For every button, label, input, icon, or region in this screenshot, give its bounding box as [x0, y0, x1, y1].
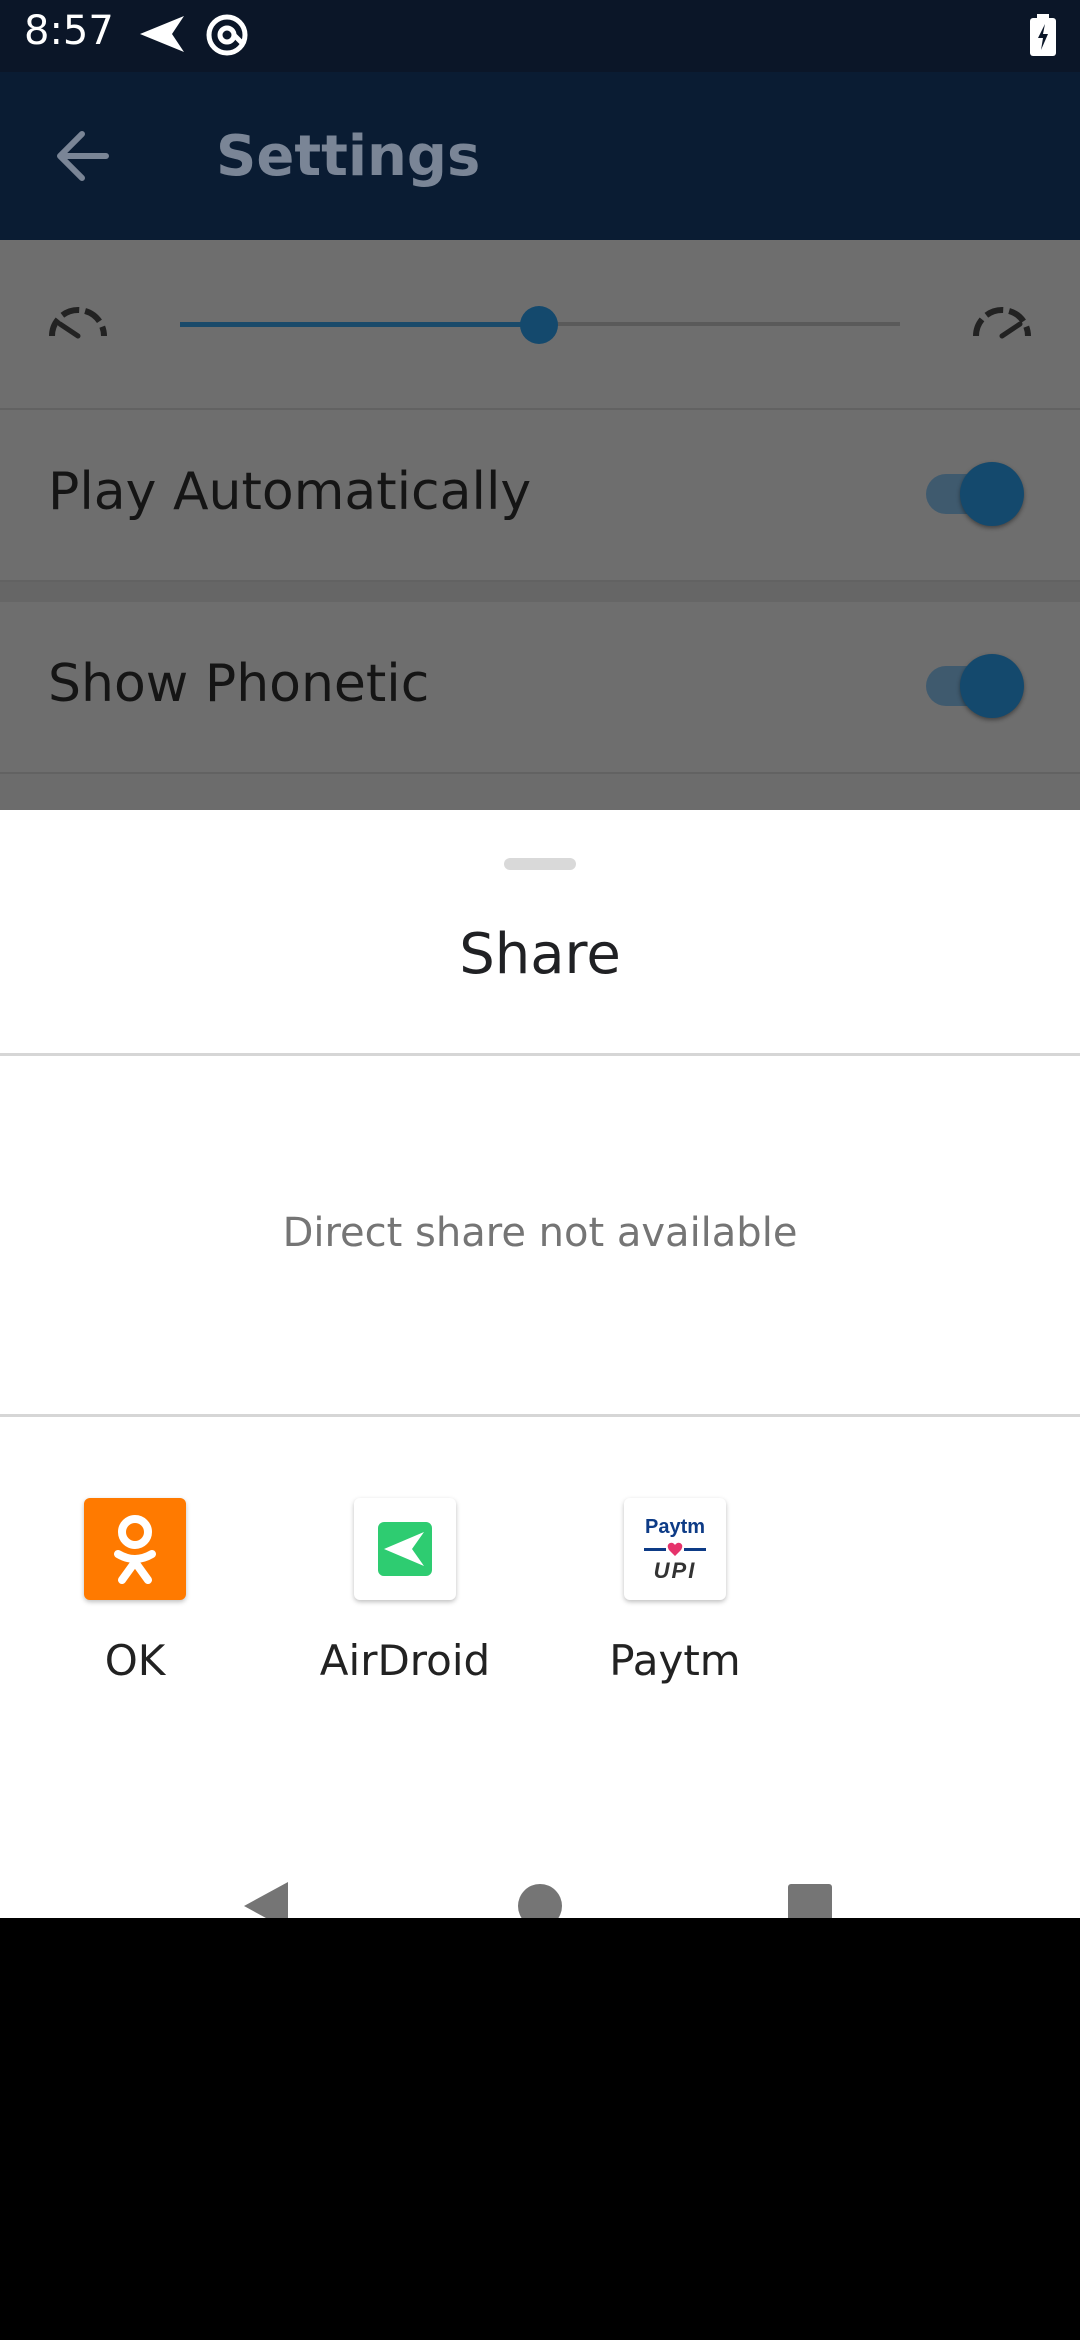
share-target-paytm[interactable]: Paytm UPI Paytm — [540, 1498, 810, 1708]
share-title: Share — [459, 922, 621, 987]
toggle-play-automatically[interactable] — [926, 462, 1026, 526]
airdroid-icon — [354, 1498, 456, 1600]
app-label: Paytm — [609, 1636, 741, 1685]
battery-charging-icon — [1030, 14, 1056, 61]
back-arrow-icon[interactable] — [52, 128, 112, 189]
toggle-knob — [960, 654, 1024, 718]
settings-content: Play Automatically Show Phonetic — [0, 240, 1080, 810]
status-time: 8:57 — [24, 8, 114, 54]
setting-label: Show Phonetic — [48, 654, 430, 714]
status-bar: 8:57 — [0, 0, 1080, 72]
setting-row-play-automatically[interactable]: Play Automatically — [0, 410, 1080, 582]
slider-track-active — [180, 322, 540, 327]
empty-area — [0, 1918, 1080, 2340]
section-gap — [0, 582, 1080, 602]
direct-share-message: Direct share not available — [282, 1210, 798, 1256]
share-sheet: Share Direct share not available OK AirD… — [0, 810, 1080, 1930]
app-label: AirDroid — [319, 1636, 491, 1685]
toggle-show-phonetic[interactable] — [926, 654, 1026, 718]
odnoklassniki-icon — [84, 1498, 186, 1600]
page-title: Settings — [216, 124, 481, 189]
paytm-upi-icon: Paytm UPI — [624, 1498, 726, 1600]
app-label: OK — [104, 1636, 166, 1685]
drag-handle[interactable] — [504, 858, 576, 870]
speed-slider[interactable] — [180, 300, 900, 350]
divider — [0, 1414, 1080, 1417]
toggle-knob — [960, 462, 1024, 526]
setting-label: Play Automatically — [48, 462, 532, 522]
share-target-ok[interactable]: OK — [0, 1498, 270, 1708]
app-bar: Settings — [0, 72, 1080, 240]
setting-row-show-phonetic[interactable]: Show Phonetic — [0, 602, 1080, 774]
at-sign-icon — [204, 12, 250, 63]
speedometer-slow-icon — [46, 302, 110, 347]
share-target-airdroid[interactable]: AirDroid — [270, 1498, 540, 1708]
send-icon — [138, 14, 186, 59]
speedometer-fast-icon — [970, 302, 1034, 347]
speed-slider-row — [0, 240, 1080, 410]
upi-logo-text: UPI — [653, 1558, 697, 1583]
divider — [0, 1053, 1080, 1056]
slider-thumb[interactable] — [520, 306, 558, 344]
